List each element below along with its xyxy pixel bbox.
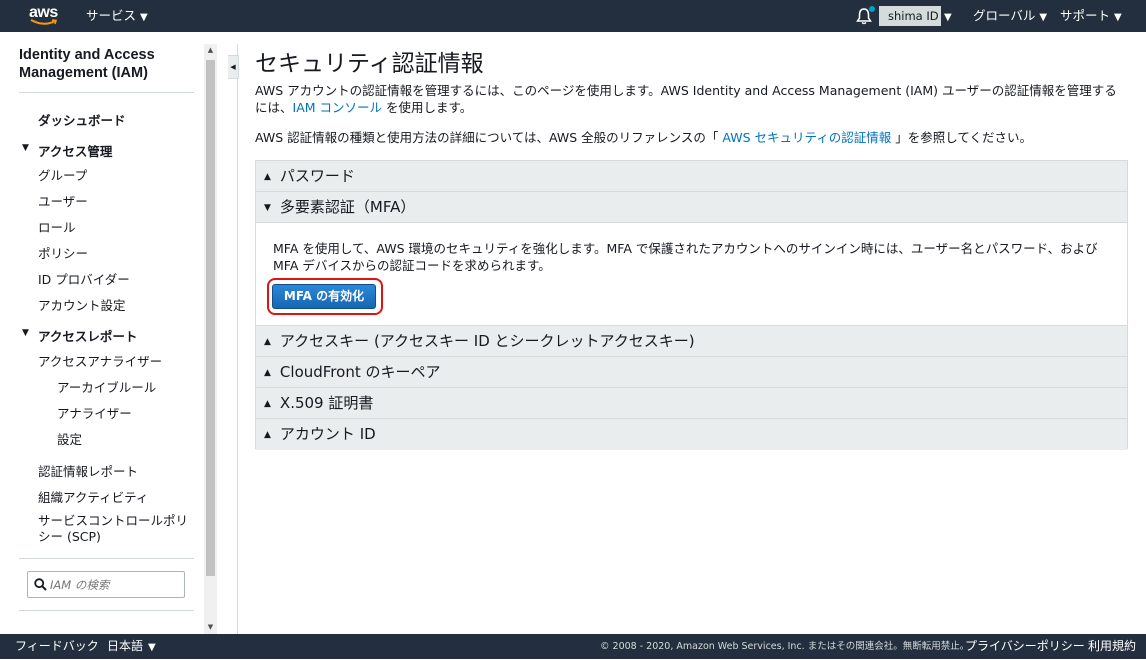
credentials-accordion: ▲ パスワード ▼ 多要素認証（MFA） MFA を使用して、AWS 環境のセキュリ… — [255, 160, 1128, 450]
sidebar-section-access-management[interactable]: ▼ アクセス管理 — [22, 141, 112, 160]
sidebar-title[interactable]: Identity and Access Management (IAM) — [19, 46, 199, 82]
account-caret-icon[interactable]: ▼ — [944, 0, 952, 32]
section-x509-certificates-header[interactable]: ▲ X.509 証明書 — [256, 388, 1127, 419]
sidebar-divider — [19, 610, 194, 611]
collapse-sidebar-icon[interactable]: ◀ — [228, 55, 239, 79]
section-label: 多要素認証（MFA） — [279, 198, 416, 216]
language-selector[interactable]: 日本語 ▼ — [107, 634, 156, 659]
scroll-up-arrow-icon[interactable]: ▲ — [204, 44, 217, 57]
sidebar-item-users[interactable]: ユーザー — [38, 191, 88, 210]
feedback-link[interactable]: フィードバック — [15, 634, 99, 659]
sidebar-divider — [19, 558, 194, 559]
intro-paragraph: AWS アカウントの認証情報を管理するには、このページを使用します。AWS Id… — [255, 82, 1127, 116]
sidebar-item-settings[interactable]: 設定 — [57, 429, 82, 448]
section-mfa-body: MFA を使用して、AWS 環境のセキュリティを強化します。MFA で保護された… — [256, 223, 1127, 326]
aws-security-credentials-link[interactable]: AWS セキュリティの認証情報 — [722, 130, 891, 145]
section-cloudfront-keypairs-header[interactable]: ▲ CloudFront のキーペア — [256, 357, 1127, 388]
content-divider — [237, 44, 238, 634]
collapse-arrow-icon: ▼ — [264, 203, 271, 213]
aws-logo[interactable]: aws — [28, 3, 64, 29]
sidebar-item-org-activity[interactable]: 組織アクティビティ — [38, 487, 148, 506]
intro-text-end: を使用します。 — [386, 100, 473, 115]
enable-mfa-button[interactable]: MFA の有効化 — [272, 284, 376, 309]
support-label: サポート — [1060, 8, 1111, 23]
region-label: グローバル — [973, 8, 1036, 23]
sidebar-item-roles[interactable]: ロール — [38, 217, 76, 236]
terms-link[interactable]: 利用規約 — [1088, 634, 1136, 659]
search-icon — [34, 578, 47, 591]
scroll-thumb[interactable] — [206, 60, 215, 576]
sidebar-item-analyzers[interactable]: アナライザー — [57, 403, 132, 422]
reference-paragraph: AWS 認証情報の種類と使用方法の詳細については、AWS 全般のリファレンスの「… — [255, 129, 1127, 146]
services-label: サービス — [86, 8, 137, 23]
sidebar-item-policies[interactable]: ポリシー — [38, 243, 88, 262]
copyright-text: © 2008 - 2020, Amazon Web Services, Inc.… — [600, 641, 970, 652]
language-label: 日本語 — [107, 639, 144, 653]
sidebar-search[interactable] — [27, 571, 185, 598]
section-label: パスワード — [279, 167, 355, 185]
notification-dot — [869, 6, 875, 12]
section-label: アカウント ID — [279, 425, 376, 443]
section-mfa-header[interactable]: ▼ 多要素認証（MFA） — [256, 192, 1127, 223]
section-password-header[interactable]: ▲ パスワード — [256, 161, 1127, 192]
support-menu[interactable]: サポート ▼ — [1060, 0, 1122, 32]
scroll-down-arrow-icon[interactable]: ▼ — [204, 621, 217, 634]
caret-down-icon: ▼ — [22, 328, 29, 338]
mfa-description: MFA を使用して、AWS 環境のセキュリティを強化します。MFA で保護された… — [273, 241, 1098, 273]
section-label: X.509 証明書 — [279, 394, 374, 412]
expand-arrow-icon: ▲ — [264, 430, 271, 440]
account-menu[interactable]: shima ID — [879, 6, 941, 26]
mfa-button-highlight: MFA の有効化 — [267, 278, 383, 315]
expand-arrow-icon: ▲ — [264, 399, 271, 409]
sidebar-item-dashboard[interactable]: ダッシュボード — [38, 110, 126, 129]
sidebar: Identity and Access Management (IAM) ダッシ… — [0, 32, 204, 634]
section-access-keys-header[interactable]: ▲ アクセスキー (アクセスキー ID とシークレットアクセスキー) — [256, 326, 1127, 357]
sidebar-item-id-providers[interactable]: ID プロバイダー — [38, 269, 130, 288]
reference-text: AWS 認証情報の種類と使用方法の詳細については、AWS 全般のリファレンスの「 — [255, 130, 719, 145]
iam-console-link[interactable]: IAM コンソール — [293, 100, 383, 115]
iam-search-input[interactable] — [50, 576, 180, 594]
sidebar-divider — [19, 92, 194, 93]
aws-smile-icon — [30, 19, 58, 25]
expand-arrow-icon: ▲ — [264, 337, 271, 347]
reference-text-end: 」を参照してください。 — [895, 130, 1033, 145]
sidebar-item-archive-rules[interactable]: アーカイブルール — [57, 377, 156, 396]
sidebar-item-credential-report[interactable]: 認証情報レポート — [38, 461, 138, 480]
sidebar-item-groups[interactable]: グループ — [38, 165, 87, 184]
sidebar-item-access-analyzer[interactable]: アクセスアナライザー — [38, 351, 162, 370]
services-menu[interactable]: サービス ▼ — [86, 0, 148, 32]
section-account-id-header[interactable]: ▲ アカウント ID — [256, 419, 1127, 450]
section-label: CloudFront のキーペア — [279, 363, 441, 381]
section-label: アクセスキー (アクセスキー ID とシークレットアクセスキー) — [279, 332, 695, 350]
caret-down-icon: ▼ — [1114, 12, 1122, 23]
sidebar-item-scp[interactable]: サービスコントロールポリシー (SCP) — [38, 513, 198, 545]
sidebar-item-account-settings[interactable]: アカウント設定 — [38, 295, 126, 314]
footer-bar: フィードバック 日本語 ▼ © 2008 - 2020, Amazon Web S… — [0, 634, 1146, 659]
privacy-policy-link[interactable]: プライバシーポリシー — [965, 634, 1085, 659]
caret-down-icon: ▼ — [148, 642, 156, 653]
expand-arrow-icon: ▲ — [264, 172, 271, 182]
caret-down-icon: ▼ — [1039, 12, 1048, 23]
account-label: shima ID — [888, 9, 939, 23]
expand-arrow-icon: ▲ — [264, 368, 271, 378]
region-menu[interactable]: グローバル ▼ — [973, 0, 1047, 32]
caret-down-icon: ▼ — [140, 12, 148, 23]
sidebar-section-access-reports[interactable]: ▼ アクセスレポート — [22, 326, 137, 345]
page-title: セキュリティ認証情報 — [255, 51, 484, 77]
sidebar-scrollbar[interactable]: ▲ ▼ — [204, 44, 217, 634]
top-navigation-bar: aws サービス ▼ shima ID ▼ グローバル ▼ サポート ▼ — [0, 0, 1146, 32]
caret-down-icon: ▼ — [22, 143, 29, 153]
